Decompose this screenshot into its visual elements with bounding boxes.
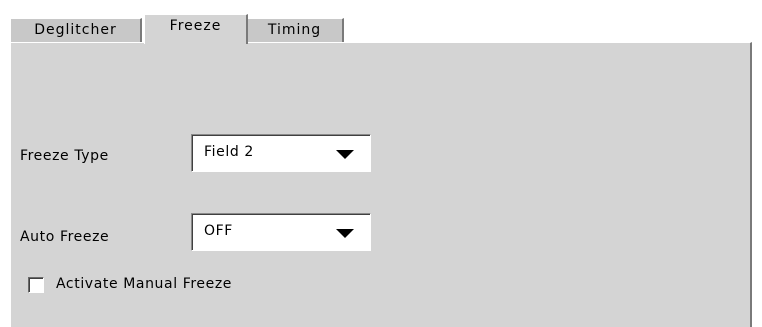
tab-deglitcher[interactable]: Deglitcher — [10, 18, 142, 42]
freeze-type-label: Freeze Type — [20, 148, 109, 164]
freeze-type-value: Field 2 — [204, 144, 254, 160]
freeze-type-dropdown[interactable]: Field 2 — [191, 134, 371, 172]
auto-freeze-label: Auto Freeze — [20, 229, 110, 245]
chevron-down-icon — [336, 229, 354, 238]
tab-freeze[interactable]: Freeze — [144, 14, 248, 44]
tab-timing-label: Timing — [267, 22, 322, 38]
tab-freeze-label: Freeze — [169, 18, 222, 34]
auto-freeze-dropdown[interactable]: OFF — [191, 213, 371, 251]
manual-freeze-checkbox[interactable] — [28, 277, 44, 293]
chevron-down-icon — [336, 150, 354, 159]
tab-deglitcher-label: Deglitcher — [34, 22, 117, 38]
manual-freeze-label: Activate Manual Freeze — [56, 276, 233, 292]
tab-bar: Deglitcher Freeze Timing — [10, 14, 750, 44]
auto-freeze-value: OFF — [204, 223, 233, 239]
tab-timing[interactable]: Timing — [246, 18, 344, 42]
